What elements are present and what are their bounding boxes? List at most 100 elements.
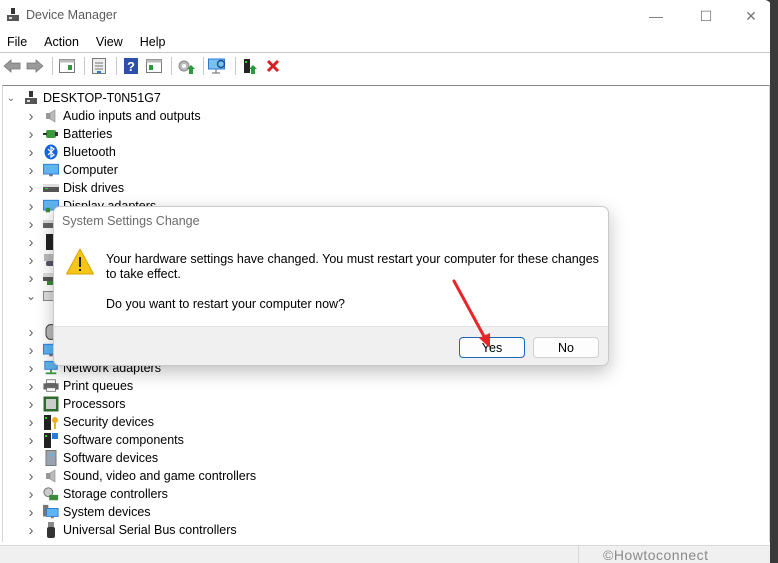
dialog-title: System Settings Change xyxy=(62,214,200,228)
properties-button[interactable] xyxy=(89,56,109,76)
chevron-right-icon[interactable]: › xyxy=(25,125,37,143)
menu-action[interactable]: Action xyxy=(40,35,83,49)
show-hide-console-tree-button[interactable] xyxy=(57,56,77,76)
toolbar-separator xyxy=(171,56,172,75)
disk-drive-icon xyxy=(43,180,59,196)
chevron-down-icon[interactable]: ⌄ xyxy=(5,89,17,107)
menu-file[interactable]: File xyxy=(3,35,31,49)
forward-button[interactable] xyxy=(25,56,45,76)
chevron-right-icon[interactable]: › xyxy=(25,521,37,539)
tree-item-label: System devices xyxy=(63,505,151,519)
no-button[interactable]: No xyxy=(533,337,599,358)
tree-item[interactable]: › Processors xyxy=(25,395,126,413)
tree-item[interactable]: › Print queues xyxy=(25,377,134,395)
chevron-right-icon[interactable]: › xyxy=(25,503,37,521)
menu-bar: File Action View Help xyxy=(0,32,772,53)
speaker-icon xyxy=(43,468,59,484)
tree-item[interactable]: › Storage controllers xyxy=(25,485,168,503)
chevron-right-icon[interactable]: › xyxy=(25,161,37,179)
menu-help[interactable]: Help xyxy=(136,35,170,49)
chevron-right-icon[interactable]: › xyxy=(25,269,37,287)
title-bar: Device Manager — ☐ ✕ xyxy=(0,0,772,32)
update-driver-button[interactable] xyxy=(176,56,196,76)
tree-item[interactable]: › Batteries xyxy=(25,125,113,143)
forward-arrow-icon xyxy=(26,58,44,73)
toolbar-separator xyxy=(84,56,85,75)
maximize-button[interactable]: ☐ xyxy=(686,4,726,28)
tree-item-label: Print queues xyxy=(63,379,134,393)
tree-item[interactable]: › Sound, video and game controllers xyxy=(25,467,257,485)
tree-item[interactable]: › System devices xyxy=(25,503,151,521)
show-action-pane-button[interactable] xyxy=(144,56,164,76)
minimize-icon: — xyxy=(649,8,663,24)
chevron-right-icon[interactable]: › xyxy=(25,377,37,395)
tree-item[interactable]: › Security devices xyxy=(25,413,155,431)
chevron-right-icon[interactable]: › xyxy=(25,413,37,431)
chevron-right-icon[interactable]: › xyxy=(25,395,37,413)
monitor-icon xyxy=(43,162,59,178)
bluetooth-icon xyxy=(43,144,59,160)
toolbar-separator xyxy=(52,56,53,75)
tree-item[interactable]: › Bluetooth xyxy=(25,143,116,161)
window-edge xyxy=(770,0,778,563)
chevron-right-icon[interactable]: › xyxy=(25,359,37,377)
chevron-right-icon[interactable]: › xyxy=(25,341,37,359)
watermark: ©Howtoconnect xyxy=(603,547,709,563)
svg-text:?: ? xyxy=(127,59,135,74)
close-button[interactable]: ✕ xyxy=(731,4,771,28)
tree-item[interactable]: › Software components xyxy=(25,431,184,449)
chevron-right-icon[interactable]: › xyxy=(25,251,37,269)
uninstall-device-button[interactable] xyxy=(263,56,283,76)
system-settings-change-dialog: System Settings Change Your hardware set… xyxy=(53,206,609,366)
tree-root[interactable]: ⌄ DESKTOP-T0N51G7 xyxy=(5,89,161,107)
chevron-down-icon[interactable]: ⌄ xyxy=(25,287,37,305)
chevron-right-icon[interactable]: › xyxy=(25,485,37,503)
tree-item-label: Software devices xyxy=(63,451,159,465)
menu-view[interactable]: View xyxy=(92,35,127,49)
update-driver-icon xyxy=(178,60,195,74)
dialog-message: Your hardware settings have changed. You… xyxy=(106,252,599,281)
show-action-pane-icon xyxy=(146,58,162,73)
chevron-right-icon[interactable]: › xyxy=(25,179,37,197)
chevron-right-icon[interactable]: › xyxy=(25,233,37,251)
toolbar-separator xyxy=(116,56,117,75)
tree-item-label: Batteries xyxy=(63,127,113,141)
help-button[interactable]: ? xyxy=(121,56,141,76)
toolbar-separator xyxy=(203,56,204,75)
tree-item-label: Universal Serial Bus controllers xyxy=(63,523,237,537)
scan-hardware-changes-button[interactable] xyxy=(208,56,228,76)
chevron-right-icon[interactable]: › xyxy=(25,107,37,125)
tree-item-label: Software components xyxy=(63,433,184,447)
software-device-icon xyxy=(43,450,59,466)
show-hide-console-tree-icon xyxy=(59,58,75,73)
chevron-right-icon[interactable]: › xyxy=(25,197,37,215)
scan-hardware-changes-icon xyxy=(208,58,226,73)
computer-root-icon xyxy=(23,90,39,106)
chevron-right-icon[interactable]: › xyxy=(25,215,37,233)
tree-item[interactable]: › Computer xyxy=(25,161,118,179)
minimize-button[interactable]: — xyxy=(636,4,676,28)
tree-item-label: Disk drives xyxy=(63,181,125,195)
chevron-right-icon[interactable]: › xyxy=(25,431,37,449)
tree-item[interactable]: › Universal Serial Bus controllers xyxy=(25,521,237,539)
security-key-icon xyxy=(43,414,59,430)
tree-item[interactable]: › Audio inputs and outputs xyxy=(25,107,201,125)
back-arrow-icon xyxy=(3,58,21,73)
software-component-icon xyxy=(43,432,59,448)
warning-icon xyxy=(66,248,94,275)
tree-item-label: Storage controllers xyxy=(63,487,168,501)
tree-root-label: DESKTOP-T0N51G7 xyxy=(43,91,161,105)
chevron-right-icon[interactable]: › xyxy=(25,323,37,341)
toolbar-separator xyxy=(235,56,236,75)
tree-item-label: Security devices xyxy=(63,415,155,429)
chevron-right-icon[interactable]: › xyxy=(25,467,37,485)
back-button[interactable] xyxy=(2,56,22,76)
storage-controller-icon xyxy=(43,486,59,502)
enable-device-button[interactable] xyxy=(240,56,260,76)
chevron-right-icon[interactable]: › xyxy=(25,143,37,161)
chevron-right-icon[interactable]: › xyxy=(25,449,37,467)
tree-item[interactable]: › Disk drives xyxy=(25,179,125,197)
tree-item-label: Sound, video and game controllers xyxy=(63,469,257,483)
tree-item[interactable]: › Software devices xyxy=(25,449,159,467)
dialog-question: Do you want to restart your computer now… xyxy=(106,297,346,311)
